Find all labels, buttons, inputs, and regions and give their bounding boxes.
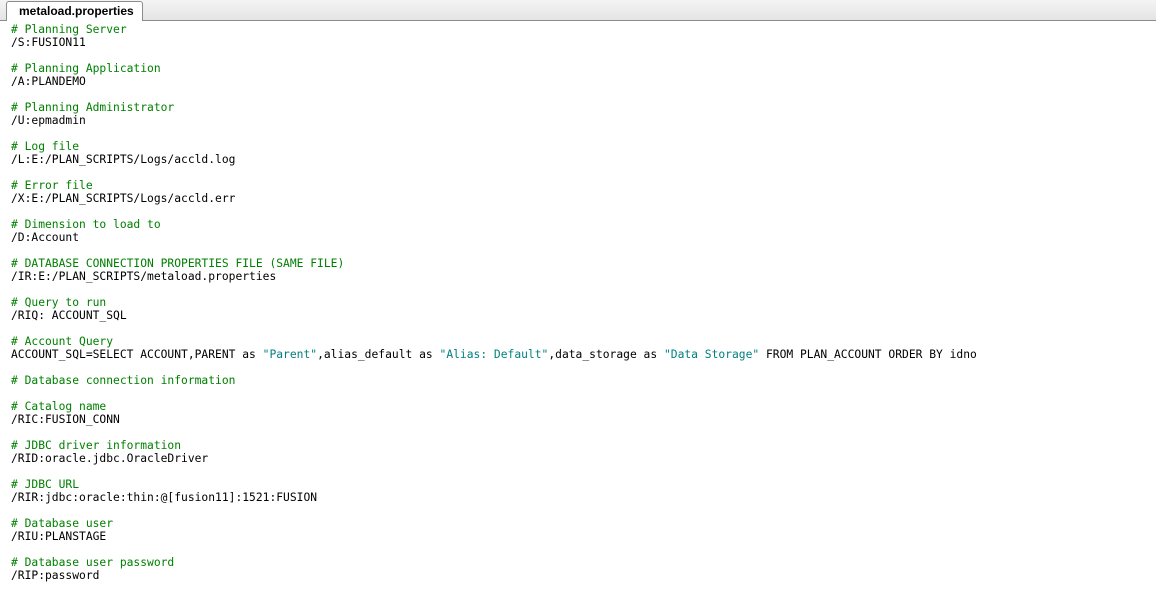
code-line: /A:PLANDEMO	[11, 75, 86, 88]
string-literal: "Parent"	[262, 348, 318, 361]
comment-line: # Database user	[11, 517, 114, 530]
comment-line: # Query to run	[11, 296, 107, 309]
code-line: /RID:oracle.jdbc.OracleDriver	[11, 452, 209, 465]
tab-bar: metaload.properties	[0, 0, 1156, 21]
code-line: ACCOUNT_SQL=SELECT ACCOUNT,PARENT as "Pa…	[11, 348, 1156, 361]
code-line: /RIQ: ACCOUNT_SQL	[11, 309, 127, 322]
code-line: /RIU:PLANSTAGE	[11, 530, 107, 543]
comment-line: # Catalog name	[11, 400, 107, 413]
comment-line: # Dimension to load to	[11, 218, 161, 231]
tab-metaload-properties[interactable]: metaload.properties	[6, 1, 143, 21]
comment-line: # Planning Application	[11, 62, 161, 75]
comment-line: # Database connection information	[11, 374, 236, 387]
code-segment: ,alias_default as	[317, 348, 440, 361]
comment-line: # DATABASE CONNECTION PROPERTIES FILE (S…	[11, 257, 345, 270]
code-line: /S:FUSION11	[11, 36, 86, 49]
code-line: /IR:E:/PLAN_SCRIPTS/metaload.properties	[11, 270, 277, 283]
editor-text-area[interactable]: # Planning Server/S:FUSION11 # Planning …	[0, 22, 1156, 590]
comment-line: # Database user password	[11, 556, 175, 569]
code-segment: ACCOUNT_SQL=SELECT ACCOUNT,PARENT as	[11, 348, 263, 361]
string-literal: "Alias: Default"	[439, 348, 549, 361]
code-line: /X:E:/PLAN_SCRIPTS/Logs/accld.err	[11, 192, 236, 205]
string-literal: "Data Storage"	[663, 348, 760, 361]
comment-line: # Account Query	[11, 335, 114, 348]
comment-line: # JDBC driver information	[11, 439, 182, 452]
code-line: /RIC:FUSION_CONN	[11, 413, 120, 426]
comment-line: # Planning Server	[11, 23, 127, 36]
code-line: /D:Account	[11, 231, 80, 244]
code-segment: FROM PLAN_ACCOUNT ORDER BY idno	[759, 348, 977, 361]
code-line: /L:E:/PLAN_SCRIPTS/Logs/accld.log	[11, 153, 236, 166]
comment-line: # Planning Administrator	[11, 101, 175, 114]
comment-line: # Log file	[11, 140, 80, 153]
code-segment: ,data_storage as	[548, 348, 664, 361]
tab-label: metaload.properties	[19, 4, 134, 18]
comment-line: # Error file	[11, 179, 93, 192]
comment-line: # JDBC URL	[11, 478, 80, 491]
code-line: /RIP:password	[11, 569, 100, 582]
code-line: /U:epmadmin	[11, 114, 86, 127]
code-line: /RIR:jdbc:oracle:thin:@[fusion11]:1521:F…	[11, 491, 318, 504]
